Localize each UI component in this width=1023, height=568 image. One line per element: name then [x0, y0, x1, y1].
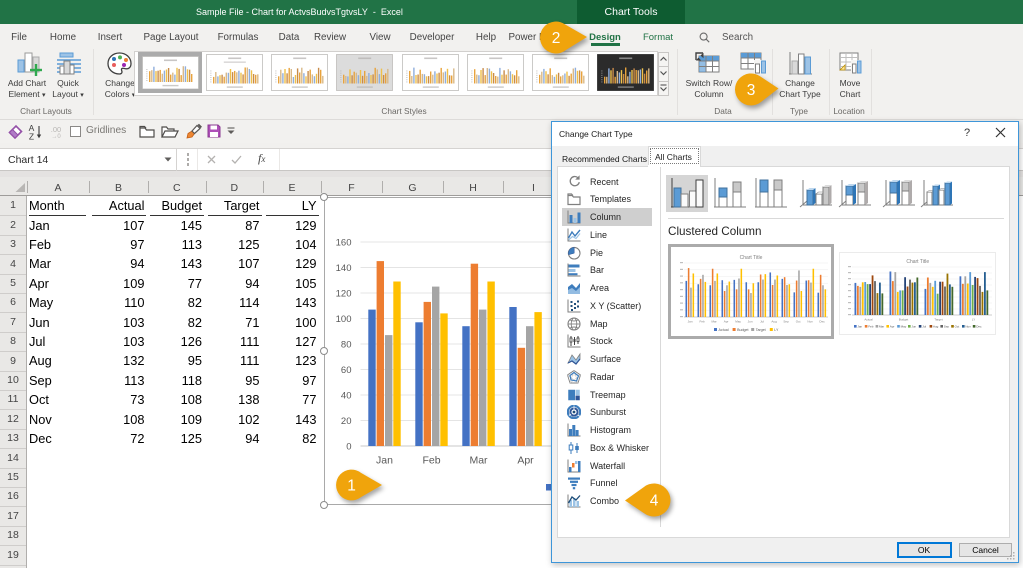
svg-text:160: 160: [336, 237, 352, 248]
svg-text:→0: →0: [51, 134, 61, 139]
svg-text:Sep: Sep: [943, 325, 949, 329]
svg-text:Aug: Aug: [933, 325, 939, 329]
svg-text:Actual: Actual: [719, 328, 729, 332]
svg-text:Aug: Aug: [771, 320, 777, 324]
svg-text:Jul: Jul: [760, 320, 764, 324]
svg-text:80: 80: [341, 339, 352, 350]
svg-text:Chart Title: Chart Title: [906, 259, 929, 265]
svg-text:Apr: Apr: [889, 325, 894, 329]
svg-text:Target: Target: [934, 318, 943, 322]
svg-text:May: May: [735, 320, 741, 324]
svg-text:140: 140: [336, 263, 352, 274]
svg-text:LY: LY: [774, 328, 779, 332]
svg-text:Apr: Apr: [517, 455, 534, 467]
svg-text:Dec: Dec: [976, 325, 982, 329]
svg-text:4: 4: [650, 493, 659, 510]
svg-text:2: 2: [552, 30, 561, 47]
svg-text:Chart Title: Chart Title: [740, 255, 763, 261]
svg-text:40: 40: [341, 390, 352, 401]
svg-text:Target: Target: [756, 328, 766, 332]
svg-text:Z: Z: [29, 132, 34, 141]
svg-text:Nov: Nov: [807, 320, 813, 324]
svg-text:Actual: Actual: [864, 318, 873, 322]
svg-text:Oct: Oct: [796, 320, 801, 324]
svg-text:Dec: Dec: [819, 320, 825, 324]
svg-text:Jun: Jun: [748, 320, 753, 324]
svg-text:Feb: Feb: [868, 325, 874, 329]
svg-text:100: 100: [336, 314, 352, 325]
svg-text:Jan: Jan: [688, 320, 693, 324]
svg-text:Mar: Mar: [879, 325, 884, 329]
svg-text:Jan: Jan: [857, 325, 862, 329]
svg-text:Sep: Sep: [783, 320, 789, 324]
svg-text:LY: LY: [971, 318, 974, 322]
svg-text:Mar: Mar: [469, 455, 488, 467]
svg-text:60: 60: [341, 365, 352, 376]
svg-text:Jun: Jun: [911, 325, 916, 329]
svg-text:Feb: Feb: [700, 320, 706, 324]
svg-text:.00: .00: [51, 125, 61, 134]
svg-text:20: 20: [341, 416, 352, 427]
svg-text:Budget: Budget: [898, 318, 908, 322]
svg-text:Nov: Nov: [965, 325, 971, 329]
svg-text:May: May: [900, 325, 906, 329]
svg-text:0: 0: [346, 441, 351, 452]
svg-text:Apr: Apr: [724, 320, 729, 324]
svg-text:Mar: Mar: [712, 320, 717, 324]
svg-text:120: 120: [336, 288, 352, 299]
svg-text:Feb: Feb: [422, 455, 440, 467]
svg-text:Oct: Oct: [954, 325, 959, 329]
svg-text:Jul: Jul: [922, 325, 926, 329]
svg-text:3: 3: [747, 82, 756, 99]
svg-text:1: 1: [347, 478, 356, 495]
svg-text:Budget: Budget: [737, 328, 748, 332]
